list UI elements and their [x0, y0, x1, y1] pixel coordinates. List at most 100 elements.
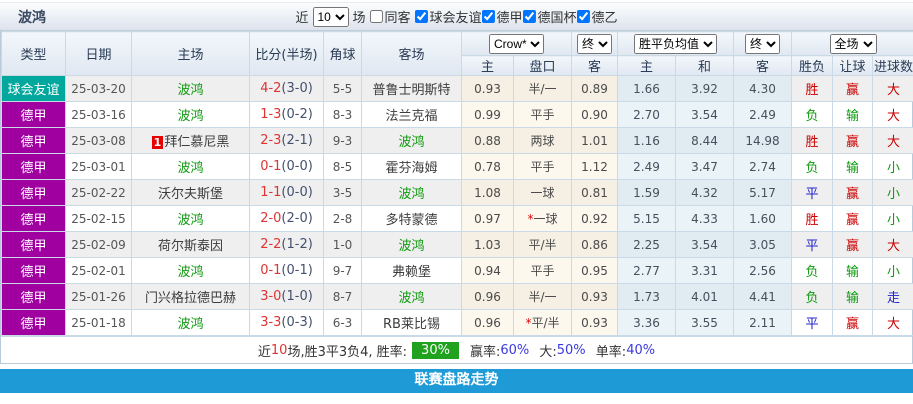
- home-team-cell: 1拜仁慕尼黑: [132, 128, 250, 154]
- away-team-name: 法兰克福: [385, 109, 437, 124]
- handicap-cell: 平手: [514, 154, 572, 180]
- score-cell: 1-1(0-0): [250, 180, 324, 206]
- fulltime-score: 1-3: [260, 107, 281, 122]
- league-filter-toggle[interactable]: 德甲: [482, 7, 523, 26]
- handicap-result-mark: 赢: [846, 317, 859, 332]
- mean-away-cell: 1.60: [734, 206, 792, 232]
- league-filter-toggle[interactable]: 德乙: [577, 7, 618, 26]
- same-away-checkbox[interactable]: [369, 10, 382, 23]
- away-team-name: 普鲁士明斯特: [372, 83, 450, 98]
- table-row: 德甲 25-03-08 1拜仁慕尼黑 2-3(2-1) 9-3 波鸿 0.88 …: [2, 128, 913, 154]
- score-cell: 3-3(0-3): [250, 310, 324, 336]
- toolbar-controls: 近 10 场 同客 球会友谊 德甲: [295, 7, 617, 27]
- match-date: 25-02-01: [66, 258, 132, 284]
- mean-draw-cell: 3.31: [676, 258, 734, 284]
- sub-header-mean-away: 客: [734, 56, 792, 76]
- odds-final-select[interactable]: 终: [577, 34, 612, 54]
- mean-final-cell: 终: [734, 32, 792, 56]
- corner-cell: 9-3: [324, 128, 362, 154]
- result-mark: 胜: [805, 83, 818, 98]
- fulltime-score: 3-0: [260, 289, 281, 304]
- league-filter-toggle[interactable]: 德国杯: [523, 7, 577, 26]
- goals-result-mark: 大: [887, 239, 900, 254]
- goals-result-cell: 大: [873, 128, 913, 154]
- goals-result-mark: 小: [887, 161, 900, 176]
- handicap-result-cell: 赢: [833, 128, 873, 154]
- home-team-cell: 波鸿: [132, 310, 250, 336]
- home-team-cell: 波鸿: [132, 154, 250, 180]
- league-filter-label: 德国杯: [538, 7, 577, 26]
- table-row: 球会友谊 25-03-20 波鸿 4-2(3-0) 5-5 普鲁士明斯特 0.9…: [2, 76, 913, 102]
- mean-away-cell: 2.49: [734, 102, 792, 128]
- mean-draw-cell: 3.55: [676, 310, 734, 336]
- goals-result-mark: 走: [887, 291, 900, 306]
- home-team-name: 沃尔夫斯堡: [158, 187, 223, 202]
- mean-label-cell: 胜平负均值: [618, 32, 734, 56]
- table-row: 德甲 25-01-18 波鸿 3-3(0-3) 6-3 RB莱比锡 0.96 *…: [2, 310, 913, 336]
- handicap-cell: 两球: [514, 128, 572, 154]
- handicap-value: 平手: [530, 264, 554, 278]
- handicap-result-cell: 赢: [833, 76, 873, 102]
- goals-result-cell: 走: [873, 284, 913, 310]
- toolbar: 波鸿 近 10 场 同客 球会友谊 德甲: [0, 2, 913, 31]
- single-rate-label: 单率:: [592, 341, 627, 360]
- league-filter-label: 德甲: [497, 7, 523, 26]
- away-team-name: 霍芬海姆: [385, 161, 437, 176]
- sub-header-cover: 让球: [833, 56, 873, 76]
- mean-type-select[interactable]: 胜平负均值: [634, 34, 717, 54]
- corner-cell: 9-7: [324, 258, 362, 284]
- handicap-result-cell: 赢: [833, 232, 873, 258]
- match-date: 25-03-16: [66, 102, 132, 128]
- league-filter-checkbox[interactable]: [523, 10, 536, 23]
- odds-away-cell: 0.93: [572, 310, 618, 336]
- odds-away-cell: 0.81: [572, 180, 618, 206]
- odds-away-cell: 0.89: [572, 76, 618, 102]
- summary-count: 10: [271, 343, 288, 358]
- mean-draw-cell: 3.92: [676, 76, 734, 102]
- away-team-name: 波鸿: [398, 291, 424, 306]
- league-type-cell: 德甲: [2, 180, 66, 206]
- handicap-cell: *一球: [514, 206, 572, 232]
- score-cell: 3-0(1-0): [250, 284, 324, 310]
- home-team-cell: 波鸿: [132, 258, 250, 284]
- league-trend-tab[interactable]: 联赛盘路走势: [0, 369, 913, 393]
- recent-count-select[interactable]: 10: [312, 7, 348, 27]
- goals-result-cell: 大: [873, 310, 913, 336]
- handicap-value: 平手: [530, 108, 554, 122]
- mean-draw-cell: 4.32: [676, 180, 734, 206]
- handicap-result-mark: 输: [846, 161, 859, 176]
- result-cell: 负: [792, 154, 833, 180]
- odds-away-cell: 0.86: [572, 232, 618, 258]
- result-cell: 胜: [792, 76, 833, 102]
- halftime-score: (0-2): [281, 107, 312, 122]
- league-type-cell: 德甲: [2, 206, 66, 232]
- league-type-cell: 德甲: [2, 310, 66, 336]
- league-filter-checkbox[interactable]: [577, 10, 590, 23]
- halftime-score: (0-1): [281, 263, 312, 278]
- table-row: 德甲 25-02-09 荷尔斯泰因 2-2(1-2) 1-0 波鸿 1.03 平…: [2, 232, 913, 258]
- goals-result-cell: 小: [873, 206, 913, 232]
- col-header-date: 日期: [66, 32, 132, 76]
- odds-away-cell: 0.92: [572, 206, 618, 232]
- away-team-cell: RB莱比锡: [362, 310, 462, 336]
- sub-header-handicap: 盘口: [514, 56, 572, 76]
- table-row: 德甲 25-02-01 波鸿 0-1(0-1) 9-7 弗赖堡 0.94 平手: [2, 258, 913, 284]
- home-team-name: 波鸿: [177, 317, 203, 332]
- handicap-result-mark: 赢: [846, 239, 859, 254]
- same-away-label: 同客: [384, 7, 410, 26]
- scope-select[interactable]: 全场: [830, 34, 877, 54]
- odds-company-select[interactable]: Crow*: [489, 34, 544, 54]
- sub-header-odds-home: 主: [462, 56, 514, 76]
- league-filter-checkbox[interactable]: [482, 10, 495, 23]
- score-cell: 0-1(0-1): [250, 258, 324, 284]
- same-away-toggle[interactable]: 同客: [369, 7, 410, 26]
- league-filter-toggle[interactable]: 球会友谊: [414, 7, 481, 26]
- league-filter-checkbox[interactable]: [414, 10, 427, 23]
- handicap-result-cell: 赢: [833, 206, 873, 232]
- league-type-cell: 德甲: [2, 154, 66, 180]
- mean-home-cell: 1.73: [618, 284, 676, 310]
- mean-final-select[interactable]: 终: [745, 34, 780, 54]
- handicap-value: 平/半: [531, 316, 559, 330]
- col-header-score: 比分(半场): [250, 32, 324, 76]
- odds-home-cell: 0.97: [462, 206, 514, 232]
